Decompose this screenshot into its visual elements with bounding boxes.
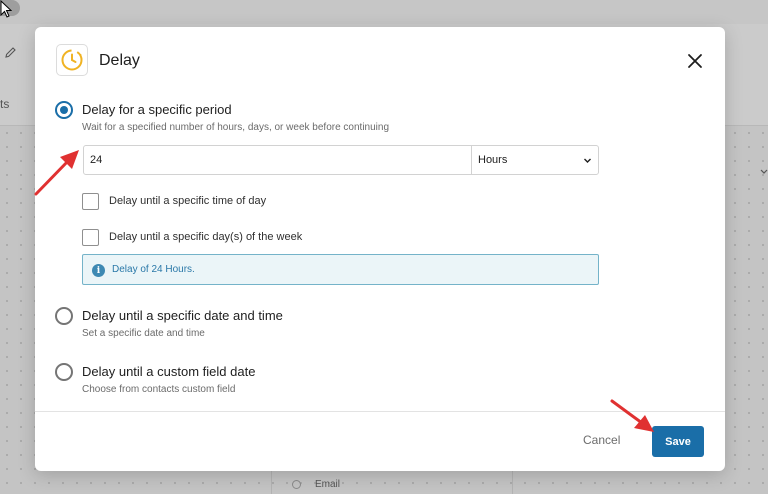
save-button[interactable]: Save bbox=[652, 426, 704, 457]
radio-specific-period[interactable] bbox=[55, 101, 73, 119]
cancel-button[interactable]: Cancel bbox=[583, 433, 620, 447]
modal-header: Delay bbox=[35, 27, 725, 93]
delay-modal: Delay Delay for a specific period Wait f… bbox=[35, 27, 725, 471]
delay-summary-info: i Delay of 24 Hours. bbox=[82, 254, 599, 285]
radio-date-and-time[interactable] bbox=[55, 307, 73, 325]
info-icon: i bbox=[92, 264, 105, 277]
period-unit-select[interactable]: Hours bbox=[471, 146, 598, 174]
close-icon bbox=[688, 54, 702, 68]
modal-title: Delay bbox=[99, 52, 140, 69]
footer-divider bbox=[35, 411, 725, 412]
mouse-cursor-icon bbox=[0, 0, 12, 18]
node-connector-dot bbox=[292, 480, 301, 489]
checkbox-time-of-day[interactable] bbox=[82, 193, 99, 210]
checkbox-label: Delay until a specific day(s) of the wee… bbox=[109, 231, 303, 243]
option-label: Delay for a specific period bbox=[82, 102, 232, 117]
option-label: Delay until a custom field date bbox=[82, 364, 256, 379]
radio-custom-field-date[interactable] bbox=[55, 363, 73, 381]
checkbox-days-of-week[interactable] bbox=[82, 229, 99, 246]
clock-delay-icon bbox=[56, 44, 88, 76]
chevron-down-icon bbox=[584, 158, 591, 163]
app-top-bar bbox=[0, 0, 768, 24]
option-label: Delay until a specific date and time bbox=[82, 308, 283, 323]
option-description: Set a specific date and time bbox=[82, 328, 205, 339]
checkbox-label: Delay until a specific time of day bbox=[109, 195, 267, 207]
pencil-icon bbox=[5, 47, 16, 58]
close-button[interactable] bbox=[683, 49, 707, 73]
chevron-icon bbox=[760, 169, 768, 174]
unit-selected-value: Hours bbox=[478, 154, 508, 166]
period-value-input[interactable] bbox=[84, 146, 471, 174]
option-description: Choose from contacts custom field bbox=[82, 384, 236, 395]
period-input-group: Hours bbox=[83, 145, 599, 175]
option-description: Wait for a specified number of hours, da… bbox=[82, 122, 390, 133]
workflow-node-label: Email bbox=[315, 479, 341, 490]
info-text: Delay of 24 Hours. bbox=[112, 264, 195, 275]
sidebar-label-fragment: ts bbox=[0, 97, 10, 111]
